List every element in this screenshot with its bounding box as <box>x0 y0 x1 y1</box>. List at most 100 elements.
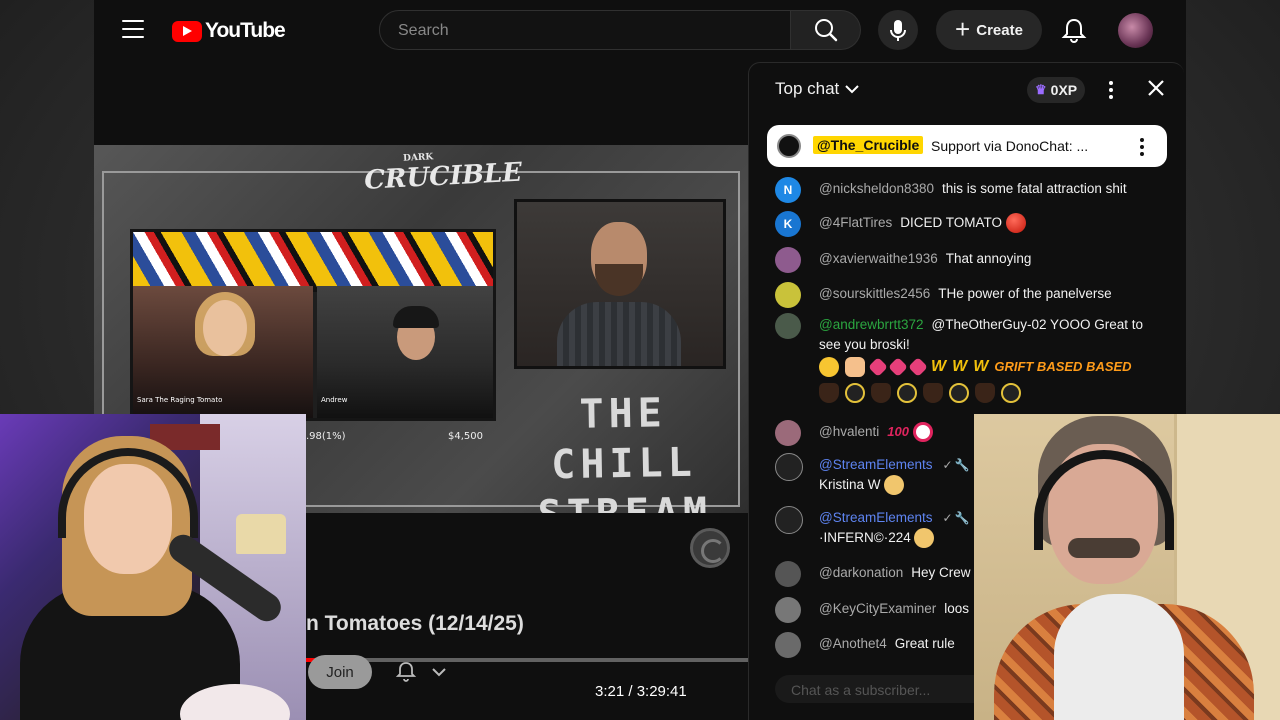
xp-badge[interactable]: ♛ 0XP <box>1027 77 1086 103</box>
chat-author[interactable]: @andrewbrrtt372 <box>819 317 924 332</box>
chat-avatar <box>775 597 801 623</box>
logo-text: YouTube <box>205 19 286 42</box>
verified-check-icon: ✓ <box>942 511 953 525</box>
join-button[interactable]: Join <box>308 655 372 689</box>
close-chat-button[interactable] <box>1143 75 1169 101</box>
pinned-message[interactable]: @The_Crucible Support via DonoChat: ... <box>767 125 1167 167</box>
menu-icon[interactable] <box>122 20 144 38</box>
chat-text: THe power of the panelverse <box>938 286 1112 301</box>
chat-author[interactable]: @4FlatTires <box>819 215 892 230</box>
chat-avatar: N <box>775 177 801 203</box>
crucible-coin-icon <box>949 383 969 403</box>
emote-icon <box>868 357 888 377</box>
time-readout: 3:21 / 3:29:41 <box>595 683 687 700</box>
close-icon <box>1148 80 1164 96</box>
hug-emoji-icon <box>884 475 905 496</box>
chat-text: DICED TOMATO <box>900 215 1002 230</box>
wrench-icon: 🔧 <box>954 511 970 525</box>
crown-icon: ♛ <box>1035 82 1047 97</box>
chat-text: Hey Crew <box>911 565 971 580</box>
guest-panel <box>514 199 726 369</box>
chill-stream-title: THE CHILL STREAM <box>523 387 726 513</box>
create-button[interactable]: + Create <box>936 10 1042 50</box>
chat-author[interactable]: @StreamElements <box>819 510 933 525</box>
chat-avatar <box>775 561 801 587</box>
chat-text: this is some fatal attraction shit <box>942 181 1127 196</box>
plus-icon: + <box>955 14 971 44</box>
comic-art <box>133 232 493 292</box>
notifications-button[interactable] <box>1056 12 1092 48</box>
pinned-text: Support via DonoChat: ... <box>931 138 1089 154</box>
host-cam-left: Sara The Raging Tomato <box>133 286 313 418</box>
chat-avatar <box>775 453 803 481</box>
xp-label: 0XP <box>1050 82 1078 98</box>
search-icon <box>815 19 838 42</box>
smile-emoji-icon <box>819 357 839 377</box>
chat-author[interactable]: @StreamElements <box>819 457 933 472</box>
host-name-right: Andrew <box>321 396 348 404</box>
search-box <box>379 10 791 50</box>
chat-author[interactable]: @Anothet4 <box>819 636 887 651</box>
chevron-down-icon <box>845 85 859 94</box>
verified-check-icon: ✓ <box>942 458 953 472</box>
chat-mode-label: Top chat <box>775 79 840 98</box>
streamer-webcam-left <box>0 414 306 720</box>
chat-author[interactable]: @sourskittles2456 <box>819 286 930 301</box>
w-emote: W <box>931 358 947 375</box>
chat-text: That annoying <box>945 251 1032 266</box>
host-name-left: Sara The Raging Tomato <box>137 396 223 404</box>
hundred-emoji: 100 <box>887 424 909 439</box>
emote-icon <box>908 357 928 377</box>
emote-row: W W W GRIFT BASED BASED <box>819 357 1149 403</box>
chat-header: Top chat ♛ 0XP <box>749 63 1185 115</box>
chill-line-2: STREAM <box>524 487 725 513</box>
host-cam-right: Andrew <box>317 286 493 418</box>
masthead: YouTube + Create <box>94 0 1186 60</box>
create-label: Create <box>976 21 1023 39</box>
tomato-emoji-icon <box>1005 213 1026 234</box>
chat-avatar <box>775 506 803 534</box>
ring-emoji-icon <box>912 422 933 443</box>
chat-text: loos <box>944 601 970 616</box>
chat-avatar: K <box>775 211 801 237</box>
chat-avatar <box>775 313 801 339</box>
chill-line-1: THE CHILL <box>550 390 698 489</box>
ticker-left: .98(1%) <box>306 431 346 442</box>
crucible-coin-icon <box>845 383 865 403</box>
chat-author[interactable]: @KeyCityExaminer <box>819 601 936 616</box>
channel-watermark-icon[interactable] <box>690 528 730 568</box>
youtube-logo[interactable]: YouTube <box>172 19 286 43</box>
chat-text: Great rule <box>894 636 955 651</box>
bell-icon <box>395 662 417 682</box>
chat-text: Kristina W <box>819 477 881 492</box>
w-emote: W <box>973 358 989 375</box>
emote-icon <box>871 383 891 403</box>
mic-icon <box>890 20 906 41</box>
chat-avatar <box>775 282 801 308</box>
pinned-avatar <box>777 134 801 158</box>
emote-icon <box>819 383 839 403</box>
chat-author[interactable]: @darkonation <box>819 565 903 580</box>
emote-icon <box>888 357 908 377</box>
subscription-bell-button[interactable] <box>384 655 466 689</box>
ticker-right: $4,500 <box>448 431 483 442</box>
wrench-icon: 🔧 <box>954 458 970 472</box>
chat-mode-selector[interactable]: Top chat <box>775 79 859 99</box>
chat-author[interactable]: @nicksheldon8380 <box>819 181 934 196</box>
emote-icon <box>975 383 995 403</box>
pinned-author[interactable]: @The_Crucible <box>813 136 924 154</box>
chat-author[interactable]: @hvalenti <box>819 424 879 439</box>
crucible-coin-icon <box>1001 383 1021 403</box>
host-panel: Sara The Raging Tomato Andrew <box>130 229 496 421</box>
voice-search-button[interactable] <box>878 10 918 50</box>
more-vert-icon[interactable] <box>1137 137 1147 157</box>
search-input[interactable] <box>396 19 780 43</box>
search-button[interactable] <box>791 10 861 50</box>
chat-author[interactable]: @xavierwaithe1936 <box>819 251 938 266</box>
w-emote: W <box>952 358 968 375</box>
more-vert-icon[interactable] <box>1101 77 1121 103</box>
crucible-brand: DARK CRUCIBLE <box>363 150 523 196</box>
account-avatar[interactable] <box>1118 13 1153 48</box>
chat-avatar <box>775 420 801 446</box>
hug-emoji-icon <box>914 528 935 549</box>
